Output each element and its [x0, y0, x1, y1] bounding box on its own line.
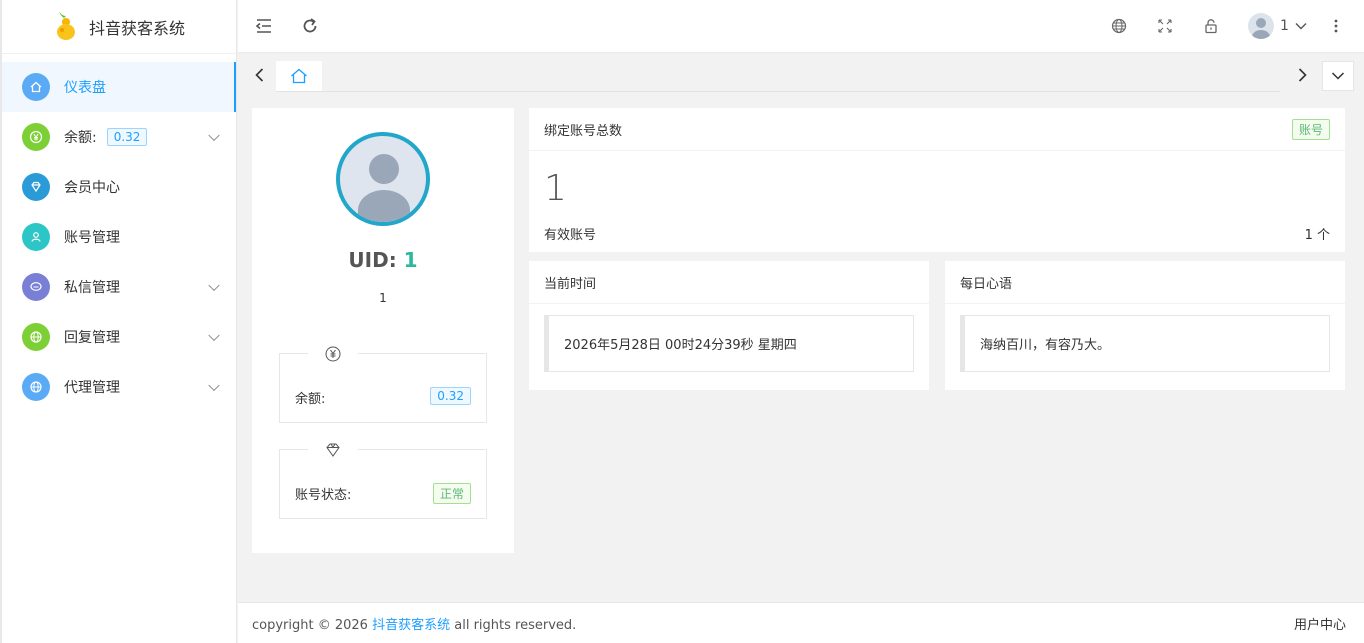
sidebar-item-label: 回复管理 [64, 330, 120, 346]
language-button[interactable] [1107, 14, 1131, 38]
sidebar-item-label: 会员中心 [64, 180, 120, 196]
card-title: 每日心语 [960, 276, 1013, 292]
footer: copyright © 2026 抖音获客系统 all rights reser… [238, 602, 1364, 643]
more-button[interactable] [1324, 14, 1348, 38]
quote-card: 每日心语 海纳百川，有容乃大。 [945, 261, 1345, 390]
copyright-label: copyright © 2026 [252, 617, 368, 633]
logo: 抖音获客系统 [2, 0, 236, 54]
card-title: 当前时间 [544, 276, 597, 292]
sidebar-item-membership[interactable]: 会员中心 [2, 162, 236, 212]
current-time: 2026年5月28日 00时24分39秒 星期四 [544, 315, 914, 372]
user-icon [22, 223, 50, 251]
refresh-icon [303, 18, 317, 33]
accounts-tag: 账号 [1291, 118, 1330, 140]
balance-label: 余额: [295, 392, 326, 407]
status-label: 账号状态: [295, 488, 352, 503]
yen-icon [308, 344, 358, 364]
chevron-down-icon [208, 379, 220, 392]
avatar [336, 132, 430, 226]
balance-fieldset: 余额: 0.32 [279, 344, 487, 423]
chevron-left-icon [255, 68, 264, 82]
valid-accounts-value: 1 个 [1304, 228, 1330, 243]
chevron-down-icon [208, 129, 220, 142]
logo-icon [53, 11, 79, 42]
diamond-icon [22, 173, 50, 201]
card-header: 当前时间 [529, 261, 929, 304]
balance-badge: 0.32 [106, 128, 148, 146]
chat-icon [22, 273, 50, 301]
user-center-link[interactable]: 用户中心 [1294, 614, 1346, 633]
chevron-down-icon [208, 329, 220, 342]
accounts-total: 1 [544, 168, 567, 209]
sidebar-item-replies[interactable]: 回复管理 [2, 312, 236, 362]
valid-accounts-label: 有效账号 [544, 228, 597, 243]
sidebar-item-agents[interactable]: 代理管理 [2, 362, 236, 412]
tab-options-button[interactable] [1322, 61, 1354, 91]
rights-label: all rights reserved. [454, 617, 577, 633]
diamond-icon [308, 440, 358, 460]
tab-scroll-left-button[interactable] [250, 65, 270, 85]
yen-icon [22, 123, 50, 151]
refresh-button[interactable] [298, 14, 322, 38]
globe-icon [22, 323, 50, 351]
fullscreen-button[interactable] [1153, 14, 1177, 38]
lock-icon [1205, 19, 1217, 34]
sidebar-item-dashboard[interactable]: 仪表盘 [2, 62, 236, 112]
sidebar-item-label: 仪表盘 [64, 80, 106, 96]
sidebar-item-messages[interactable]: 私信管理 [2, 262, 236, 312]
sidebar-item-label: 代理管理 [64, 380, 120, 396]
username: 1 [1280, 18, 1289, 34]
home-icon [22, 73, 50, 101]
status-badge: 正常 [432, 483, 471, 504]
status-fieldset: 账号状态: 正常 [279, 440, 487, 519]
chevron-right-icon [1298, 68, 1307, 82]
sidebar-item-label: 余额: [64, 130, 97, 146]
chevron-down-icon [208, 279, 220, 292]
chevron-down-icon [1331, 72, 1345, 80]
card-title: 绑定账号总数 [544, 123, 623, 139]
profile-name: 1 [379, 291, 387, 305]
sidebar-menu: 仪表盘 余额: 0.32 会员中心 账号管理 私信管理 回复管理 代理管理 [2, 62, 236, 412]
menu-fold-icon [255, 19, 271, 33]
uid-value: 1 [403, 248, 418, 272]
menu-collapse-button[interactable] [252, 14, 276, 38]
lock-screen-button[interactable] [1199, 14, 1223, 38]
globe-icon [1111, 18, 1127, 34]
home-icon [291, 68, 307, 84]
sidebar-item-label: 私信管理 [64, 280, 120, 296]
tab-home[interactable] [276, 61, 322, 91]
accounts-card: 绑定账号总数 账号 1 有效账号 1 个 [529, 108, 1345, 252]
profile-card: UID: 1 1 余额: 0.32 账号状态: 正常 [252, 108, 514, 553]
top-header: 1 [238, 0, 1364, 53]
tab-bar [238, 53, 1364, 98]
uid-heading: UID: 1 [252, 248, 514, 272]
uid-label: UID: [348, 248, 397, 272]
avatar [1248, 13, 1274, 39]
sidebar-item-balance[interactable]: 余额: 0.32 [2, 112, 236, 162]
card-header: 绑定账号总数 账号 [529, 108, 1345, 151]
time-card: 当前时间 2026年5月28日 00时24分39秒 星期四 [529, 261, 929, 390]
daily-quote: 海纳百川，有容乃大。 [960, 315, 1330, 372]
sidebar: 抖音获客系统 仪表盘 余额: 0.32 会员中心 账号管理 私信管理 回复管理 … [0, 0, 237, 643]
user-menu[interactable]: 1 [1248, 13, 1307, 39]
sidebar-item-accounts[interactable]: 账号管理 [2, 212, 236, 262]
more-vertical-icon [1334, 19, 1338, 33]
balance-badge: 0.32 [430, 387, 471, 405]
brand-link[interactable]: 抖音获客系统 [372, 618, 450, 633]
copyright-text: copyright © 2026 抖音获客系统 all rights reser… [252, 614, 576, 633]
sidebar-item-label: 账号管理 [64, 230, 120, 246]
chevron-down-icon [1295, 23, 1307, 30]
fullscreen-icon [1158, 19, 1172, 33]
tab-scroll-right-button[interactable] [1292, 65, 1312, 85]
app-title: 抖音获客系统 [88, 18, 185, 38]
globe-icon [22, 373, 50, 401]
tab-divider [276, 91, 1280, 92]
card-header: 每日心语 [945, 261, 1345, 304]
